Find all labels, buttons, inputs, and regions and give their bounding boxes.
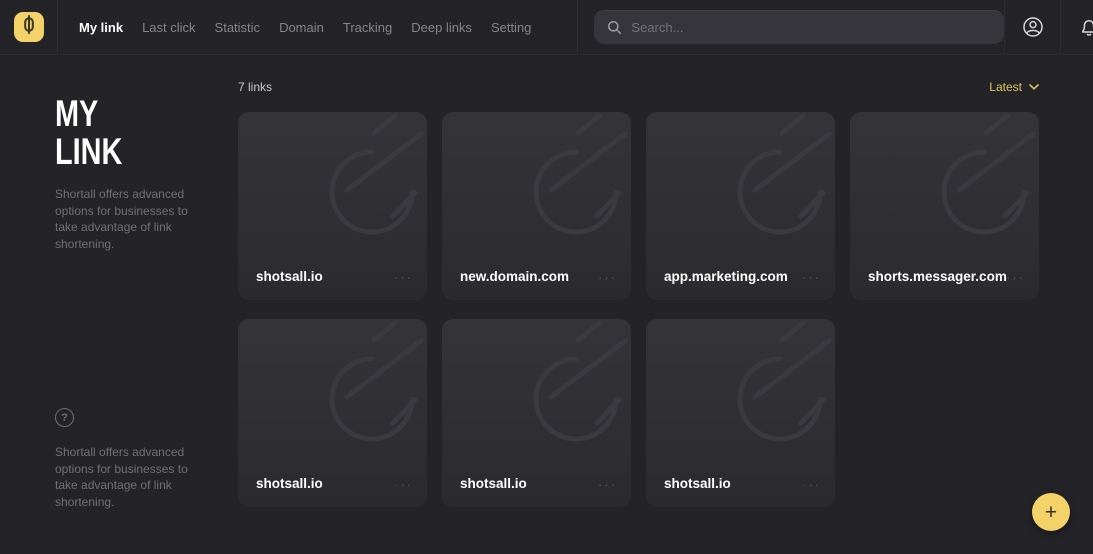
sort-label: Latest — [989, 80, 1022, 94]
link-card[interactable]: shotsall.io ··· — [238, 112, 427, 300]
link-card[interactable]: shotsall.io ··· — [442, 319, 631, 507]
account-circle-icon — [1021, 15, 1045, 39]
search-icon — [607, 20, 622, 35]
more-options-icon[interactable]: ··· — [598, 477, 617, 492]
search-input[interactable] — [631, 20, 991, 35]
card-title: shotsall.io — [256, 269, 323, 284]
more-options-icon[interactable]: ··· — [1006, 270, 1025, 285]
link-watermark-icon — [646, 112, 835, 262]
link-card[interactable]: shotsall.io ··· — [646, 319, 835, 507]
help-icon[interactable]: ? — [55, 408, 74, 427]
card-title: app.marketing.com — [664, 269, 788, 284]
card-title: shotsall.io — [256, 476, 323, 491]
links-grid: shotsall.io ··· new.domain.com ··· — [238, 112, 1039, 507]
link-watermark-icon — [238, 112, 427, 262]
sidebar-help-description: Shortall offers advanced options for bus… — [55, 444, 193, 510]
card-title: shotsall.io — [460, 476, 527, 491]
nav-item[interactable]: Last click — [142, 20, 195, 35]
topbar-divider — [57, 0, 58, 54]
more-options-icon[interactable]: ··· — [802, 270, 821, 285]
add-link-button[interactable]: + — [1032, 493, 1070, 531]
sort-dropdown[interactable]: Latest — [989, 80, 1039, 94]
link-watermark-icon — [442, 112, 631, 262]
main-nav: My link Last click Statistic Domain Tracking… — [79, 20, 531, 35]
link-card[interactable]: shotsall.io ··· — [238, 319, 427, 507]
nav-item[interactable]: Deep links — [411, 20, 472, 35]
nav-item[interactable]: Setting — [491, 20, 531, 35]
link-icon — [21, 15, 37, 39]
nav-item[interactable]: Domain — [279, 20, 324, 35]
bell-icon — [1077, 15, 1093, 39]
page-title: MY LINK — [55, 95, 167, 171]
link-card[interactable]: new.domain.com ··· — [442, 112, 631, 300]
card-title: new.domain.com — [460, 269, 569, 284]
more-options-icon[interactable]: ··· — [394, 477, 413, 492]
content-header: 7 links Latest — [238, 78, 1039, 96]
card-title: shotsall.io — [664, 476, 731, 491]
chevron-down-icon — [1029, 84, 1039, 90]
nav-item[interactable]: Tracking — [343, 20, 392, 35]
sidebar: MY LINK Shortall offers advanced options… — [0, 55, 238, 554]
topbar: My link Last click Statistic Domain Tracking… — [0, 0, 1093, 55]
main-area: MY LINK Shortall offers advanced options… — [0, 55, 1093, 554]
more-options-icon[interactable]: ··· — [394, 270, 413, 285]
link-watermark-icon — [646, 319, 835, 469]
links-count: 7 links — [238, 80, 272, 94]
nav-item[interactable]: My link — [79, 20, 123, 35]
nav-item[interactable]: Statistic — [215, 20, 261, 35]
app-logo[interactable] — [14, 12, 44, 42]
sidebar-description: Shortall offers advanced options for bus… — [55, 186, 193, 252]
link-card[interactable]: app.marketing.com ··· — [646, 112, 835, 300]
topbar-divider — [577, 0, 578, 54]
more-options-icon[interactable]: ··· — [598, 270, 617, 285]
content: 7 links Latest — [238, 55, 1093, 554]
card-title: shorts.messager.com — [868, 269, 1007, 284]
notifications-button[interactable] — [1061, 0, 1093, 54]
page-title-line2: LINK — [55, 133, 167, 171]
link-watermark-icon — [238, 319, 427, 469]
more-options-icon[interactable]: ··· — [802, 477, 821, 492]
search-bar — [594, 10, 1004, 44]
link-watermark-icon — [442, 319, 631, 469]
account-button[interactable] — [1005, 0, 1060, 54]
link-watermark-icon — [850, 112, 1039, 262]
topbar-actions — [1004, 0, 1093, 54]
page-title-line1: MY — [55, 95, 167, 133]
link-card[interactable]: shorts.messager.com ··· — [850, 112, 1039, 300]
